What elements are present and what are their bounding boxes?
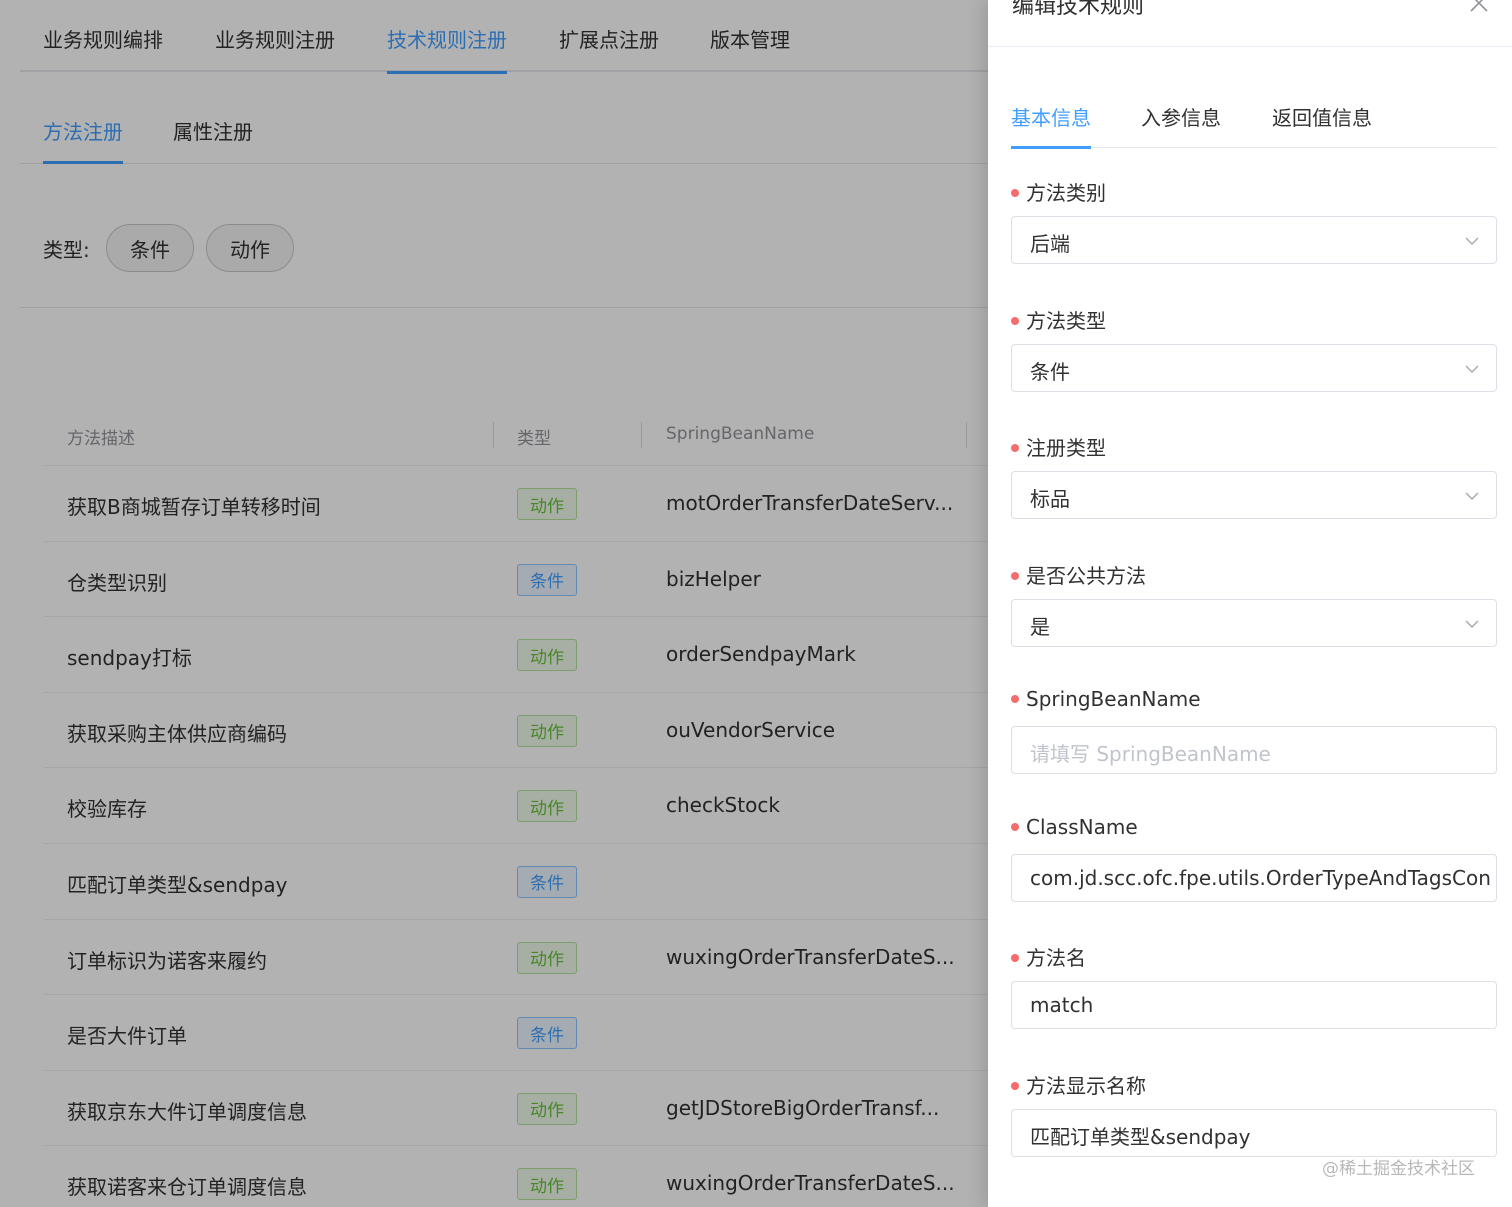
method-category-value: 后端: [1030, 232, 1070, 256]
required-dot: [1011, 316, 1019, 325]
tab-return-info[interactable]: 返回值信息: [1272, 102, 1372, 148]
watermark: @稀土掘金技术社区: [1322, 1159, 1475, 1179]
method-category-select[interactable]: 后端: [1011, 216, 1497, 264]
spring-bean-placeholder: 请填写 SpringBeanName: [1030, 742, 1271, 766]
register-type-value: 标品: [1030, 487, 1070, 511]
class-name-value: com.jd.scc.ofc.fpe.utils.OrderTypeAndTag…: [1030, 866, 1491, 890]
spring-bean-label: SpringBeanName: [1011, 687, 1201, 711]
is-public-label: 是否公共方法: [1011, 560, 1146, 589]
method-type-value: 条件: [1030, 360, 1070, 384]
required-dot: [1011, 188, 1019, 197]
method-name-value: match: [1030, 993, 1094, 1017]
chevron-down-icon: [1465, 620, 1479, 629]
method-category-label: 方法类别: [1011, 177, 1106, 206]
drawer-header-divider: [988, 46, 1512, 47]
tab-param-info[interactable]: 入参信息: [1141, 102, 1221, 148]
register-type-label: 注册类型: [1011, 432, 1106, 461]
method-type-select[interactable]: 条件: [1011, 344, 1497, 392]
method-name-input[interactable]: match: [1011, 981, 1497, 1029]
class-name-label: ClassName: [1011, 815, 1138, 839]
display-name-label: 方法显示名称: [1011, 1070, 1146, 1099]
display-name-value: 匹配订单类型&sendpay: [1030, 1125, 1251, 1149]
is-public-select[interactable]: 是: [1011, 599, 1497, 647]
display-name-input[interactable]: 匹配订单类型&sendpay: [1011, 1109, 1497, 1157]
required-dot: [1011, 443, 1019, 452]
is-public-value: 是: [1030, 615, 1050, 639]
modal-overlay[interactable]: [0, 0, 988, 1207]
drawer-title: 编辑技术规则: [1012, 0, 1145, 19]
required-dot: [1011, 571, 1019, 580]
method-name-label: 方法名: [1011, 942, 1086, 971]
required-dot: [1011, 694, 1019, 703]
class-name-input[interactable]: com.jd.scc.ofc.fpe.utils.OrderTypeAndTag…: [1011, 854, 1497, 902]
required-dot: [1011, 822, 1019, 831]
required-dot: [1011, 953, 1019, 962]
close-icon[interactable]: [1466, 0, 1492, 16]
method-type-label: 方法类型: [1011, 305, 1106, 334]
required-dot: [1011, 1081, 1019, 1090]
edit-drawer: 编辑技术规则 基本信息 入参信息 返回值信息 方法类别 后端 方法类型 条件 注…: [988, 0, 1512, 1207]
chevron-down-icon: [1465, 237, 1479, 246]
tab-basic-info[interactable]: 基本信息: [1011, 102, 1091, 149]
drawer-tabs: 基本信息 入参信息 返回值信息: [1011, 96, 1497, 149]
spring-bean-input[interactable]: 请填写 SpringBeanName: [1011, 726, 1497, 774]
chevron-down-icon: [1465, 365, 1479, 374]
register-type-select[interactable]: 标品: [1011, 471, 1497, 519]
chevron-down-icon: [1465, 492, 1479, 501]
